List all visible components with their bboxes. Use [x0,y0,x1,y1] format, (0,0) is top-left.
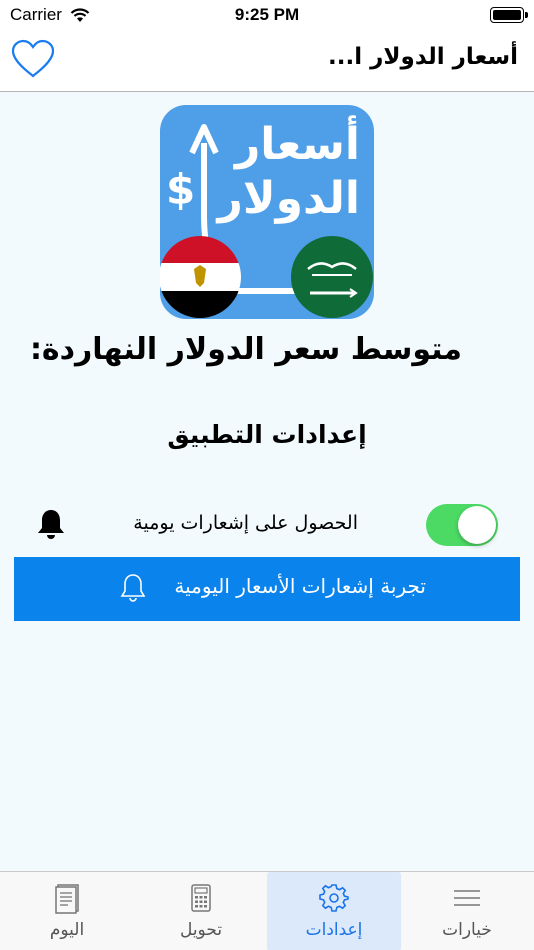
status-bar: Carrier 9:25 PM [0,0,534,30]
logo-text-line1: أسعار [234,119,360,170]
battery-icon [490,7,528,23]
navigation-bar: أسعار الدولار ا... [0,30,534,92]
menu-icon [454,890,480,906]
tab-options-label: خيارات [442,920,492,940]
toggle-knob [458,506,496,544]
status-time: 9:25 PM [234,5,300,24]
test-notifications-button-label: تجربة إشعارات الأسعار اليومية [174,574,426,598]
tab-today-label: اليوم [49,920,85,940]
daily-notifications-label: الحصول على إشعارات يومية [133,512,358,534]
favorite-heart-icon[interactable] [10,39,56,79]
average-price-title: متوسط سعر الدولار النهاردة: [29,332,462,367]
saudi-flag-icon [291,236,373,318]
gear-icon [319,884,349,912]
tab-convert[interactable]: تحويل [134,872,268,950]
tab-today[interactable]: اليوم [0,872,134,950]
settings-section-title: إعدادات التطبيق [167,420,367,449]
daily-notifications-toggle[interactable] [426,504,498,546]
tab-options[interactable]: خيارات [400,872,534,950]
tab-convert-label: تحويل [179,920,223,940]
page-title: أسعار الدولار ا... [328,44,518,70]
logo-dollar-symbol: $ [166,165,196,214]
egypt-flag-icon [160,236,241,318]
app-logo: أسعار الدولار $ [160,105,374,319]
logo-text-line2: الدولار [217,173,360,224]
tab-settings-label: إعدادات [305,920,363,940]
tab-settings[interactable]: إعدادات [267,872,401,950]
test-notifications-button[interactable]: تجربة إشعارات الأسعار اليومية [14,557,520,621]
daily-notifications-row: الحصول على إشعارات يومية [0,498,534,552]
document-icon [55,884,79,914]
calculator-icon [191,884,211,912]
bell-icon [38,510,64,539]
bell-outline-icon [120,574,146,602]
tab-bar: اليوم تحويل إعدادات خيارات [0,871,534,950]
